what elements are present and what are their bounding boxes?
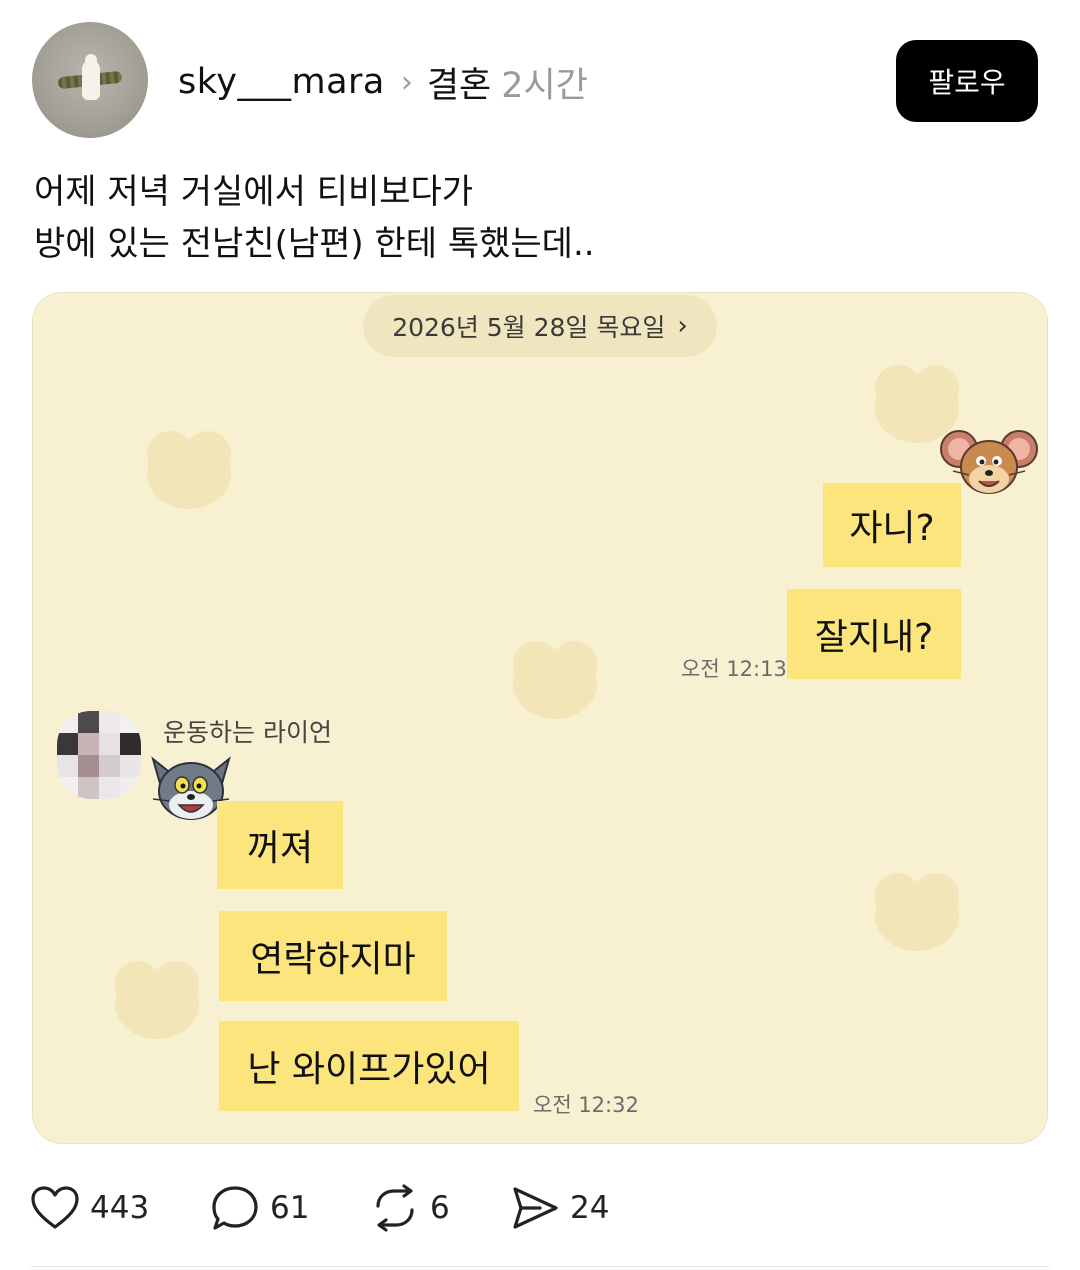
topic-tag[interactable]: 결혼: [427, 57, 491, 108]
avatar-figure-shape: [82, 60, 100, 100]
post-meta: sky___mara › 결혼 2시간: [178, 56, 588, 108]
message-timestamp: 오전 12:32: [533, 1093, 639, 1117]
repost-button[interactable]: 6: [370, 1180, 450, 1236]
post-body: 어제 저녁 거실에서 티비보다가 방에 있는 전남친(남편) 한테 톡했는데..: [34, 166, 1034, 270]
incoming-message-bubble[interactable]: 연락하지마: [219, 911, 447, 1001]
follow-button[interactable]: 팔로우: [896, 40, 1038, 122]
avatar-head-shape: [85, 54, 97, 66]
post-text-line: 어제 저녁 거실에서 티비보다가: [34, 172, 474, 212]
outgoing-message-bubble[interactable]: 잘지내?: [787, 589, 961, 679]
heart-decoration: [875, 873, 959, 951]
chevron-right-icon: ›: [677, 311, 688, 341]
heart-decoration: [513, 641, 597, 719]
share-button[interactable]: 24: [510, 1180, 609, 1236]
heart-decoration: [115, 961, 199, 1039]
chat-date: 2026년 5월 28일 목요일: [392, 313, 666, 342]
post-divider: [30, 1266, 1050, 1267]
chevron-right-icon: ›: [400, 64, 413, 100]
post-text-line: 방에 있는 전남친(남편) 한테 톡했는데..: [34, 224, 595, 264]
repost-icon: [376, 1184, 414, 1232]
sender-avatar-blurred[interactable]: [57, 711, 141, 799]
like-button[interactable]: 443: [30, 1180, 149, 1236]
comment-count: 61: [270, 1190, 310, 1226]
post-time: 2시간: [501, 65, 588, 106]
username[interactable]: sky___mara: [178, 62, 385, 102]
sender-name: 운동하는 라이언: [163, 718, 332, 747]
incoming-message-bubble[interactable]: 난 와이프가있어: [219, 1021, 519, 1111]
outgoing-message-bubble[interactable]: 자니?: [823, 483, 961, 567]
share-count: 24: [570, 1190, 610, 1226]
send-icon: [513, 1187, 558, 1229]
chat-date-pill[interactable]: 2026년 5월 28일 목요일 ›: [363, 295, 717, 357]
incoming-message-bubble[interactable]: 꺼져: [217, 801, 343, 889]
heart-icon: [31, 1186, 79, 1229]
comment-icon: [212, 1186, 258, 1230]
message-timestamp: 오전 12:13: [681, 657, 787, 681]
post-actions: 443 61 6 24: [30, 1180, 730, 1236]
repost-count: 6: [430, 1190, 450, 1226]
heart-decoration: [147, 431, 231, 509]
chat-screenshot-image[interactable]: 2026년 5월 28일 목요일 › 자니? 잘지내? 오전 12:13 운동하…: [32, 292, 1048, 1144]
post-header: sky___mara › 결혼 2시간 팔로우: [0, 0, 1080, 150]
user-avatar[interactable]: [32, 22, 148, 138]
comment-button[interactable]: 61: [210, 1180, 309, 1236]
like-count: 443: [90, 1190, 150, 1226]
